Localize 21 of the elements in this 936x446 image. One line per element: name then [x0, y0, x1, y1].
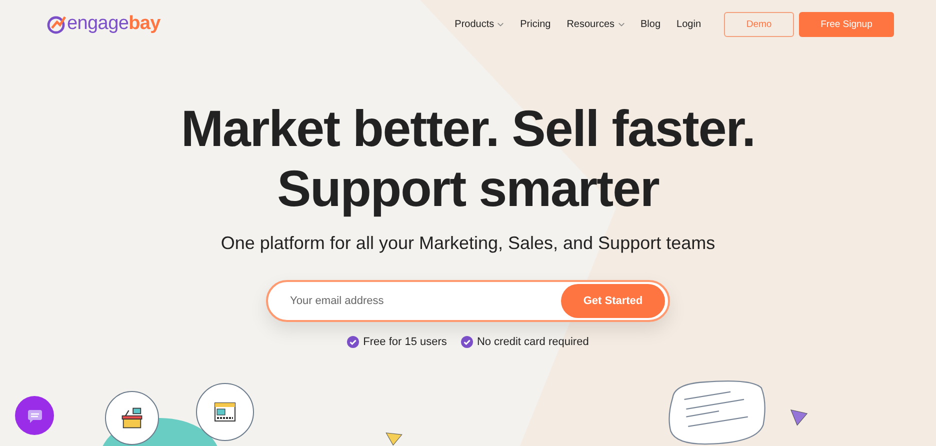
triangle-icon	[385, 432, 403, 446]
check-circle-icon	[460, 336, 473, 348]
nav-link[interactable]: Pricing	[520, 18, 551, 30]
headline: Market better. Sell faster.	[181, 99, 755, 159]
nav-link[interactable]: Resources	[566, 18, 625, 30]
logo-wordmark[interactable]: engagebay	[67, 13, 160, 35]
chat-button[interactable]	[15, 396, 54, 435]
chevron-down-icon	[497, 22, 504, 26]
chevron-down-icon	[618, 22, 625, 26]
nav-link[interactable]: Login	[676, 18, 701, 30]
desk-icon	[105, 391, 159, 445]
subtitle: One platform for all your Marketing, Sales, and Support teams	[220, 233, 716, 254]
benefit-text: No credit card required	[476, 336, 589, 348]
check-circle-icon	[347, 336, 360, 348]
email-input[interactable]: Your email address	[288, 294, 561, 308]
nav-link[interactable]: Products	[454, 18, 504, 30]
benefit-text: Free for 15 users	[363, 336, 447, 348]
headline: Support smarter	[277, 159, 659, 219]
nav-link[interactable]: Blog	[640, 18, 661, 30]
logo-icon	[46, 14, 66, 34]
triangle-icon	[789, 409, 809, 427]
